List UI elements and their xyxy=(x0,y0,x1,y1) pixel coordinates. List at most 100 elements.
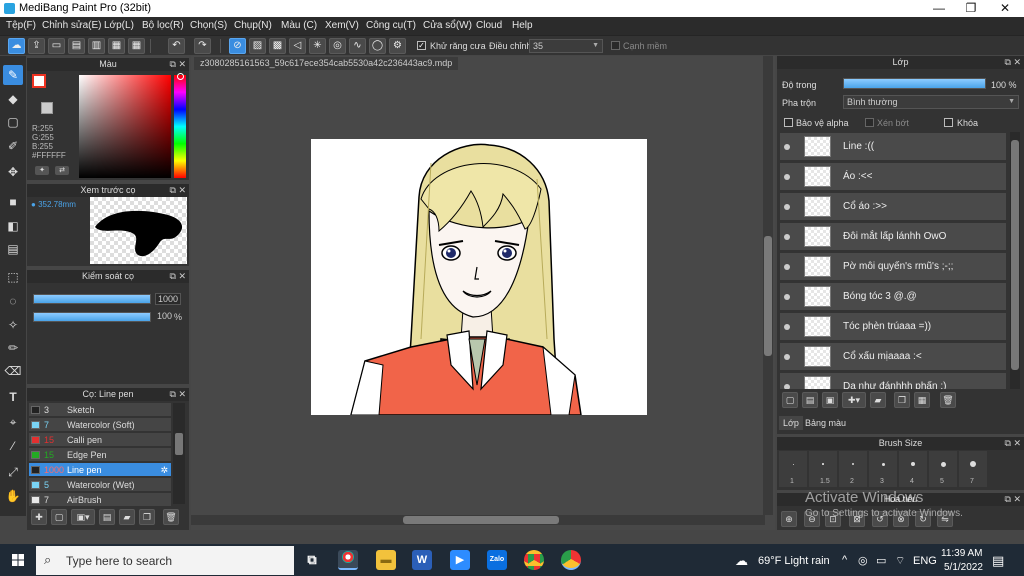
brush-new-icon[interactable]: ▢ xyxy=(51,509,67,525)
brush-size-preset[interactable]: 4 xyxy=(899,451,928,487)
tab-palette[interactable]: Bảng màu xyxy=(801,416,850,430)
hue-slider[interactable] xyxy=(174,75,186,178)
color-swap-icon[interactable]: ⇄ xyxy=(55,166,69,175)
layer-row[interactable]: Da như đánhhh phấn :) xyxy=(780,373,1006,389)
scrollbar-thumb[interactable] xyxy=(175,433,183,455)
gear-icon[interactable]: ✲ xyxy=(160,463,168,477)
taskbar-search[interactable]: ⌕ Type here to search xyxy=(36,546,294,575)
tab-layers[interactable]: Lớp xyxy=(779,416,803,430)
crisscross-snap-icon[interactable]: ▩ xyxy=(269,38,286,54)
brush-item[interactable]: 3 Sketch xyxy=(29,403,171,417)
layer-row[interactable]: Tóc phèn trúaaa =)) xyxy=(780,313,1006,341)
windows-start-icon[interactable] xyxy=(12,554,24,566)
notification-icon[interactable]: ▤ xyxy=(992,553,1004,569)
visibility-eye-icon[interactable] xyxy=(784,144,790,150)
brush-delete-icon[interactable]: 🗑 xyxy=(163,509,179,525)
vertical-scroll-thumb[interactable] xyxy=(764,236,772,356)
brush-menu-icon[interactable]: ▣▾ xyxy=(71,509,95,525)
layer-row[interactable]: Áo :<< xyxy=(780,163,1006,191)
divide-tool-icon[interactable]: ⁄ xyxy=(3,436,23,456)
drawing-canvas[interactable] xyxy=(311,139,647,415)
menu-file[interactable]: Tệp(F) xyxy=(6,20,36,31)
export-icon[interactable]: ⇪ xyxy=(28,38,45,54)
move-tool-icon[interactable]: ✥ xyxy=(3,162,23,182)
eraser-tool-icon[interactable]: ◆ xyxy=(3,89,23,109)
transparent-swatch[interactable] xyxy=(41,102,53,114)
fill-rect-icon[interactable]: ■ xyxy=(3,192,23,212)
menu-view[interactable]: Xem(V) xyxy=(325,20,359,31)
pen-stroke-icon[interactable]: ✐ xyxy=(3,136,23,156)
layer-folder-icon[interactable]: ▰ xyxy=(870,392,886,408)
word-icon[interactable]: W xyxy=(412,550,432,570)
eyedropper-tool-icon[interactable]: ⤢ xyxy=(3,462,23,482)
foreground-swatch[interactable] xyxy=(32,74,46,88)
layer-add-menu-icon[interactable]: ✚▾ xyxy=(842,392,866,408)
visibility-eye-icon[interactable] xyxy=(784,294,790,300)
zalo-icon[interactable]: Zalo xyxy=(487,550,507,570)
chrome-active-icon[interactable] xyxy=(561,550,581,570)
minimize-button[interactable]: — xyxy=(922,0,956,17)
delete-layer-icon[interactable]: 🗑 xyxy=(940,392,956,408)
select-tool-icon[interactable]: ⬚ xyxy=(3,267,23,287)
file-explorer-icon[interactable]: ▬ xyxy=(376,550,396,570)
layer-row[interactable]: Cổ áo :>> xyxy=(780,193,1006,221)
gradient-tool-icon[interactable]: ▤ xyxy=(3,239,23,259)
operation-tool-icon[interactable]: ⌖ xyxy=(3,412,23,432)
visibility-eye-icon[interactable] xyxy=(784,354,790,360)
lasso-tool-icon[interactable]: ◌ xyxy=(3,291,23,311)
speech-bubble-icon[interactable]: ▭ xyxy=(48,38,65,54)
dot-tool-icon[interactable]: ▢ xyxy=(3,112,23,132)
menu-tools[interactable]: Công cụ(T) xyxy=(366,20,416,31)
menu-color[interactable]: Màu (C) xyxy=(281,20,317,31)
close-button[interactable]: ✕ xyxy=(988,0,1022,17)
grid-icon[interactable]: ▦ xyxy=(128,38,145,54)
vanishing-point-icon[interactable]: ◁ xyxy=(289,38,306,54)
text-tool-icon[interactable]: T xyxy=(3,387,23,407)
tray-expand-icon[interactable]: ^ xyxy=(842,554,847,566)
brush-list-scrollbar[interactable] xyxy=(173,403,185,504)
brush-item[interactable]: 15 Calli pen xyxy=(29,433,171,447)
brush-add-icon[interactable]: ✚ xyxy=(31,509,47,525)
select-pen-icon[interactable]: ✏ xyxy=(3,338,23,358)
saturation-value-picker[interactable] xyxy=(79,75,171,178)
radial-snap-icon[interactable]: ✳ xyxy=(309,38,326,54)
wifi-icon[interactable]: ⌔ xyxy=(895,554,905,568)
brush-size-preset[interactable]: 7 xyxy=(959,451,988,487)
brush-folder-icon[interactable]: ▰ xyxy=(119,509,135,525)
chrome-icon[interactable] xyxy=(524,550,544,570)
brush-size-preset[interactable]: 5 xyxy=(929,451,958,487)
antialias-checkbox[interactable]: ✓ xyxy=(417,41,426,50)
parallel-snap-icon[interactable]: ▨ xyxy=(249,38,266,54)
lock-checkbox[interactable] xyxy=(944,118,953,127)
correction-dropdown[interactable]: 35 ▼ xyxy=(529,39,603,53)
visibility-eye-icon[interactable] xyxy=(784,174,790,180)
brush-size-preset[interactable]: 1.5 xyxy=(809,451,838,487)
panel-controls[interactable]: ⧉ ✕ xyxy=(170,270,186,283)
layer-row[interactable]: Pờ môi quyến's rmũ's ;-;; xyxy=(780,253,1006,281)
brush-item[interactable]: 7 Watercolor (Soft) xyxy=(29,418,171,432)
panel-controls[interactable]: ⧉ ✕ xyxy=(170,58,186,71)
layer-row[interactable]: Đôi mắt lấp lánhh OwO xyxy=(780,223,1006,251)
medibang-taskbar-icon[interactable] xyxy=(338,550,358,570)
snap-off-icon[interactable]: ⊘ xyxy=(229,38,246,54)
menu-select[interactable]: Chọn(S) xyxy=(190,20,227,31)
brush-item[interactable]: 15 Edge Pen xyxy=(29,448,171,462)
panel-controls[interactable]: ⧉ ✕ xyxy=(170,388,186,401)
menu-filter[interactable]: Bộ lọc(R) xyxy=(142,20,184,31)
panel-controls[interactable]: ⧉ ✕ xyxy=(170,184,186,197)
visibility-eye-icon[interactable] xyxy=(784,204,790,210)
brush-opacity-slider[interactable] xyxy=(33,312,151,322)
ellipse-snap-icon[interactable]: ◯ xyxy=(369,38,386,54)
blend-mode-dropdown[interactable]: Bình thường ▼ xyxy=(843,95,1019,109)
brush-size-field[interactable]: 1000 xyxy=(155,293,181,305)
hand-tool-icon[interactable]: ✋ xyxy=(3,486,23,506)
clipping-checkbox[interactable] xyxy=(865,118,874,127)
network-icon[interactable]: ◎ xyxy=(858,554,868,567)
redo-icon[interactable]: ↷ xyxy=(194,38,211,54)
circle-snap-icon[interactable]: ◎ xyxy=(329,38,346,54)
layer-settings-icon[interactable]: ▦ xyxy=(914,392,930,408)
merge-down-icon[interactable]: ❐ xyxy=(894,392,910,408)
brush-item[interactable]: 1000 Line pen ✲ xyxy=(29,463,171,477)
maximize-button[interactable]: ❐ xyxy=(954,0,988,17)
menu-help[interactable]: Help xyxy=(512,20,533,31)
